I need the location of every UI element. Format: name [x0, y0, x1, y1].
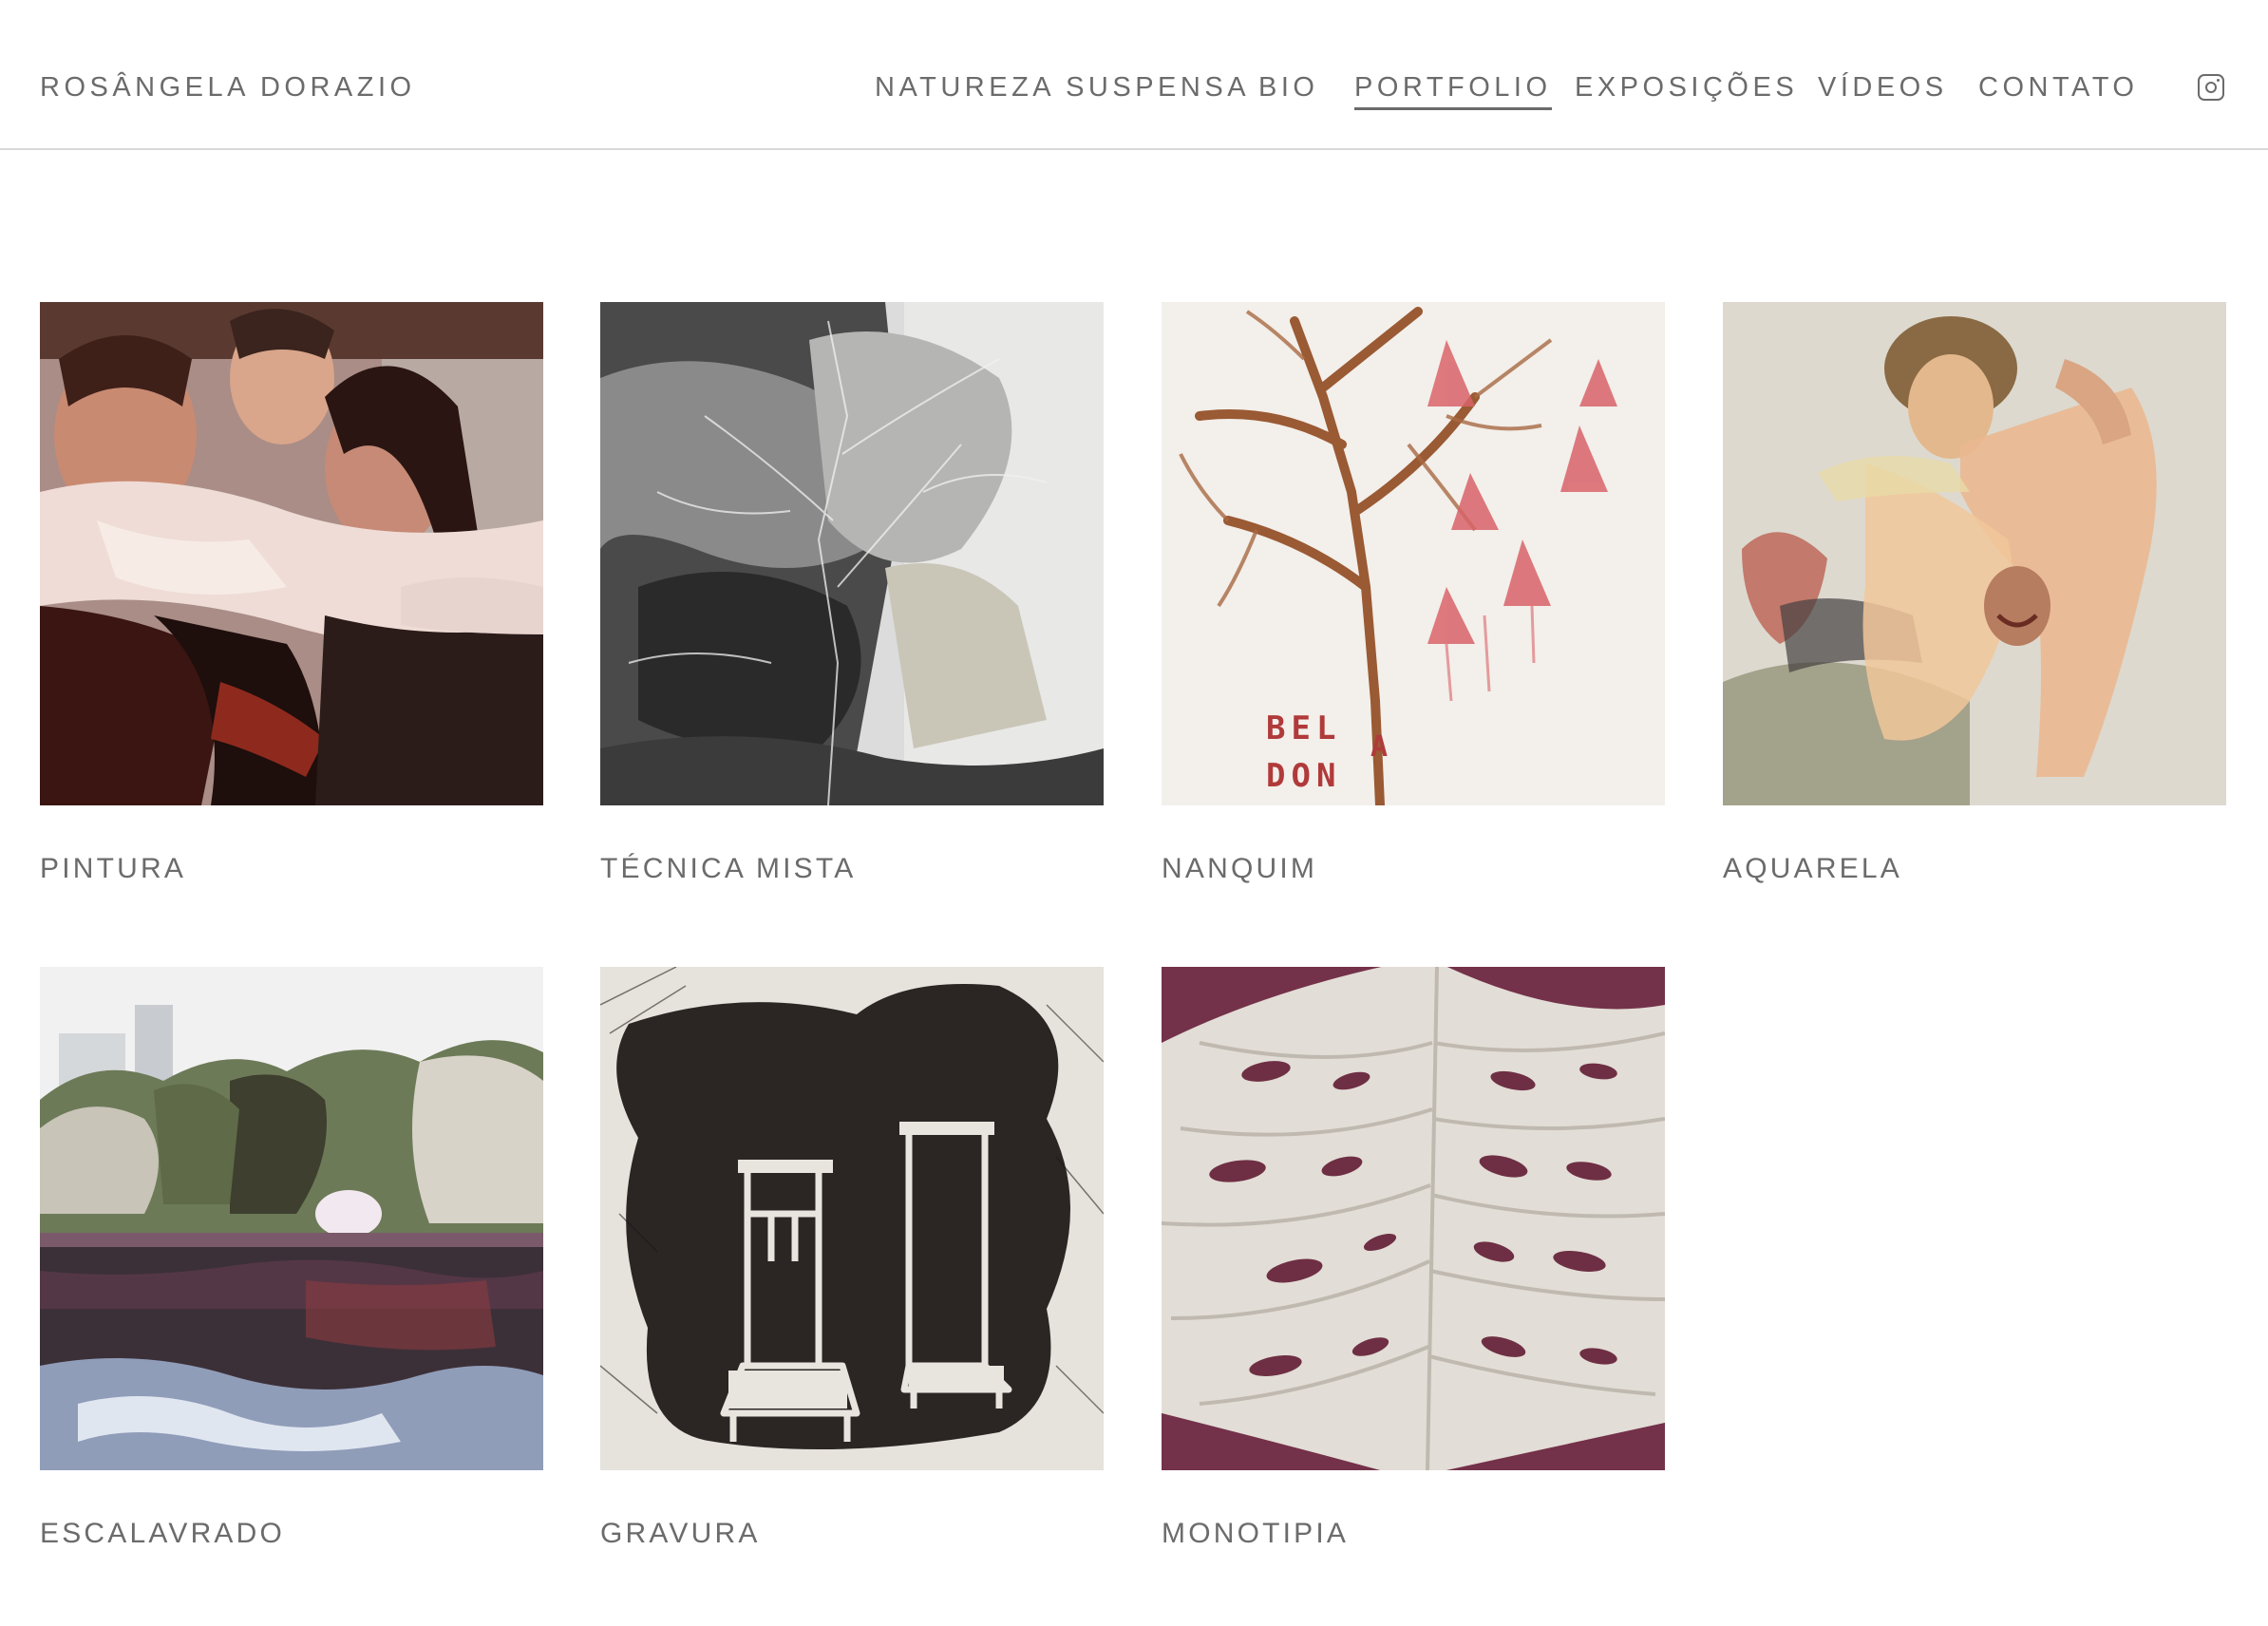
category-label[interactable]: ESCALAVRADO — [40, 1518, 543, 1550]
nanquim-painted-text-2: A — [1370, 730, 1388, 764]
nav-item-natureza-suspensa[interactable]: NATUREZA SUSPENSA — [875, 72, 1250, 104]
category-label[interactable]: GRAVURA — [600, 1518, 1104, 1550]
category-label[interactable]: TÉCNICA MISTA — [600, 853, 1104, 885]
gravura-thumbnail[interactable] — [600, 967, 1104, 1470]
ink-tree-with-red-flowers-image: BEL A DON — [1162, 302, 1665, 805]
nanquim-painted-text-3: DON — [1266, 757, 1341, 795]
category-label[interactable]: NANQUIM — [1162, 853, 1665, 885]
escalavrado-thumbnail[interactable] — [40, 967, 543, 1470]
watercolor-figures-image — [1723, 302, 2226, 805]
painting-of-embracing-figures-image — [40, 302, 543, 805]
portfolio-item-escalavrado[interactable]: ESCALAVRADO — [40, 967, 543, 1550]
portfolio-item-gravura[interactable]: GRAVURA — [600, 967, 1104, 1550]
monotype-leaf-image — [1162, 967, 1665, 1470]
category-label[interactable]: MONOTIPIA — [1162, 1518, 1665, 1550]
category-label[interactable]: PINTURA — [40, 853, 543, 885]
aquarela-thumbnail[interactable] — [1723, 302, 2226, 805]
nav-item-exposicoes[interactable]: EXPOSIÇÕES — [1575, 72, 1798, 104]
portfolio-item-monotipia[interactable]: MONOTIPIA — [1162, 967, 1665, 1550]
portfolio-item-pintura[interactable]: PINTURA — [40, 302, 543, 885]
instagram-icon[interactable] — [2198, 74, 2224, 101]
portfolio-item-nanquim[interactable]: BEL A DON NANQUIM — [1162, 302, 1665, 885]
category-label[interactable]: AQUARELA — [1723, 853, 2226, 885]
nav-item-portfolio[interactable]: PORTFOLIO — [1354, 72, 1552, 110]
etching-two-chairs-image — [600, 967, 1104, 1470]
site-header: ROSÂNGELA DORAZIO NATUREZA SUSPENSA BIO … — [0, 0, 2268, 150]
nav-item-videos[interactable]: VÍDEOS — [1818, 72, 1948, 104]
portfolio-item-tecnica-mista[interactable]: TÉCNICA MISTA — [600, 302, 1104, 885]
nav-item-contato[interactable]: CONTATO — [1978, 72, 2138, 104]
pintura-thumbnail[interactable] — [40, 302, 543, 805]
tecnica-mista-thumbnail[interactable] — [600, 302, 1104, 805]
nanquim-painted-text-1: BEL — [1266, 709, 1341, 747]
lake-with-trees-image — [40, 967, 543, 1470]
portfolio-item-aquarela[interactable]: AQUARELA — [1723, 302, 2226, 885]
main-nav: NATUREZA SUSPENSA BIO PORTFOLIO EXPOSIÇÕ… — [0, 72, 2268, 110]
monotipia-thumbnail[interactable] — [1162, 967, 1665, 1470]
nanquim-thumbnail[interactable]: BEL A DON — [1162, 302, 1665, 805]
black-and-white-tree-landscape-image — [600, 302, 1104, 805]
nav-item-bio[interactable]: BIO — [1258, 72, 1318, 104]
